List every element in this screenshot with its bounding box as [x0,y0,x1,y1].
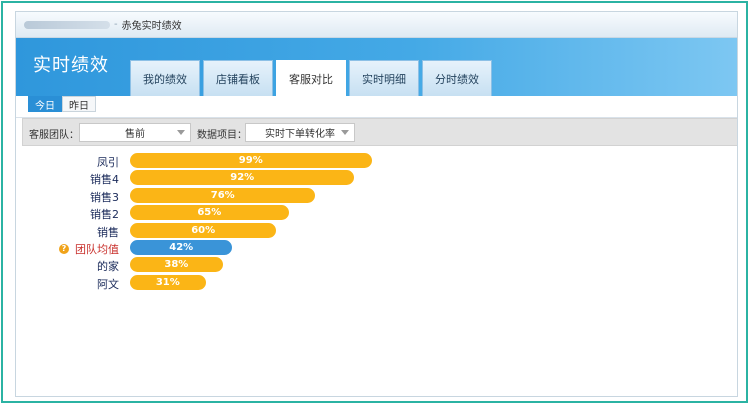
tab-my-performance[interactable]: 我的绩效 [130,60,200,96]
chart-category-text: 凤引 [97,156,119,169]
chart-category-label: 销售3 [90,189,119,205]
app-header: 实时绩效 我的绩效 店铺看板 客服对比 实时明细 分时绩效 [16,38,737,96]
chart-row: 阿文 31% [16,274,737,291]
chart-row: 凤引 99% [16,152,737,169]
day-toggle: 今日 昨日 [28,96,96,112]
chart-row: 的家 38% [16,256,737,273]
chart-category-text: 的家 [97,260,119,274]
title-bar: - 赤兔实时绩效 [16,12,737,38]
chart-row: 销售2 65% [16,204,737,221]
today-button[interactable]: 今日 [28,96,62,112]
chart-category-text: 阿文 [97,277,119,291]
chart-category-label: 销售4 [90,171,119,187]
chart-category-text: 团队均值 [75,243,119,256]
main-tabs: 我的绩效 店铺看板 客服对比 实时明细 分时绩效 [130,60,495,96]
app-window: - 赤兔实时绩效 实时绩效 我的绩效 店铺看板 客服对比 实时明细 分时绩效 今… [15,11,738,397]
chart-category-label: 阿文 [97,276,119,292]
screenshot-frame: - 赤兔实时绩效 实时绩效 我的绩效 店铺看板 客服对比 实时明细 分时绩效 今… [1,1,748,403]
filter-bar: 客服团队： 售前 数据项目： 实时下单转化率 [22,118,737,146]
tab-hourly-performance[interactable]: 分时绩效 [422,60,492,96]
chart-category-label: 的家 [97,258,119,274]
chart-category-text: 销售4 [90,173,119,187]
tab-store-dashboard[interactable]: 店铺看板 [203,60,273,96]
chart-row: 销售 60% [16,222,737,239]
window-title: 赤兔实时绩效 [121,21,182,32]
agent-bar: 76% [130,187,316,203]
agent-bar: 38% [130,257,223,273]
help-icon[interactable]: ? [59,244,69,254]
agent-bar: 60% [130,222,277,238]
team-select[interactable]: 售前 [79,123,191,142]
redacted-shop-name [24,20,110,29]
title-separator: - [114,19,118,30]
chart-category-text: 销售 [97,225,119,239]
date-bar: 今日 昨日 [16,96,737,118]
metric-select-value: 实时下单转化率 [265,129,335,140]
team-label: 客服团队： [29,130,79,141]
chart-category-text: 销售2 [90,208,119,222]
metric-select[interactable]: 实时下单转化率 [245,123,355,142]
agent-bar: 31% [130,274,206,290]
tab-realtime-detail[interactable]: 实时明细 [349,60,419,96]
agent-bar: 99% [130,153,372,168]
chart-category-text: 销售3 [90,190,119,204]
chevron-down-icon [177,130,185,135]
chart-row: 销售3 76% [16,187,737,204]
agent-bar: 65% [130,205,289,221]
tab-agent-comparison[interactable]: 客服对比 [276,60,346,96]
team-average-bar: 42% [130,240,233,255]
chevron-down-icon [341,130,349,135]
yesterday-button[interactable]: 昨日 [62,96,96,112]
agent-bar: 92% [130,170,355,186]
chart-category-label: 销售2 [90,206,119,222]
chart-category-label: ? 团队均值 [59,241,119,257]
chart-category-label: 凤引 [97,154,119,170]
app-title: 实时绩效 [33,55,109,76]
chart-row: 销售4 92% [16,169,737,186]
team-select-value: 售前 [125,129,145,140]
chart-row: ? 团队均值 42% [16,239,737,256]
chart-category-label: 销售 [97,224,119,240]
metric-label: 数据项目： [197,130,247,141]
comparison-bar-chart: 凤引 99% 销售4 92% 销售3 76% 销售2 65% 销售 60%? 团队均值 42% 的家 38… [16,152,737,312]
